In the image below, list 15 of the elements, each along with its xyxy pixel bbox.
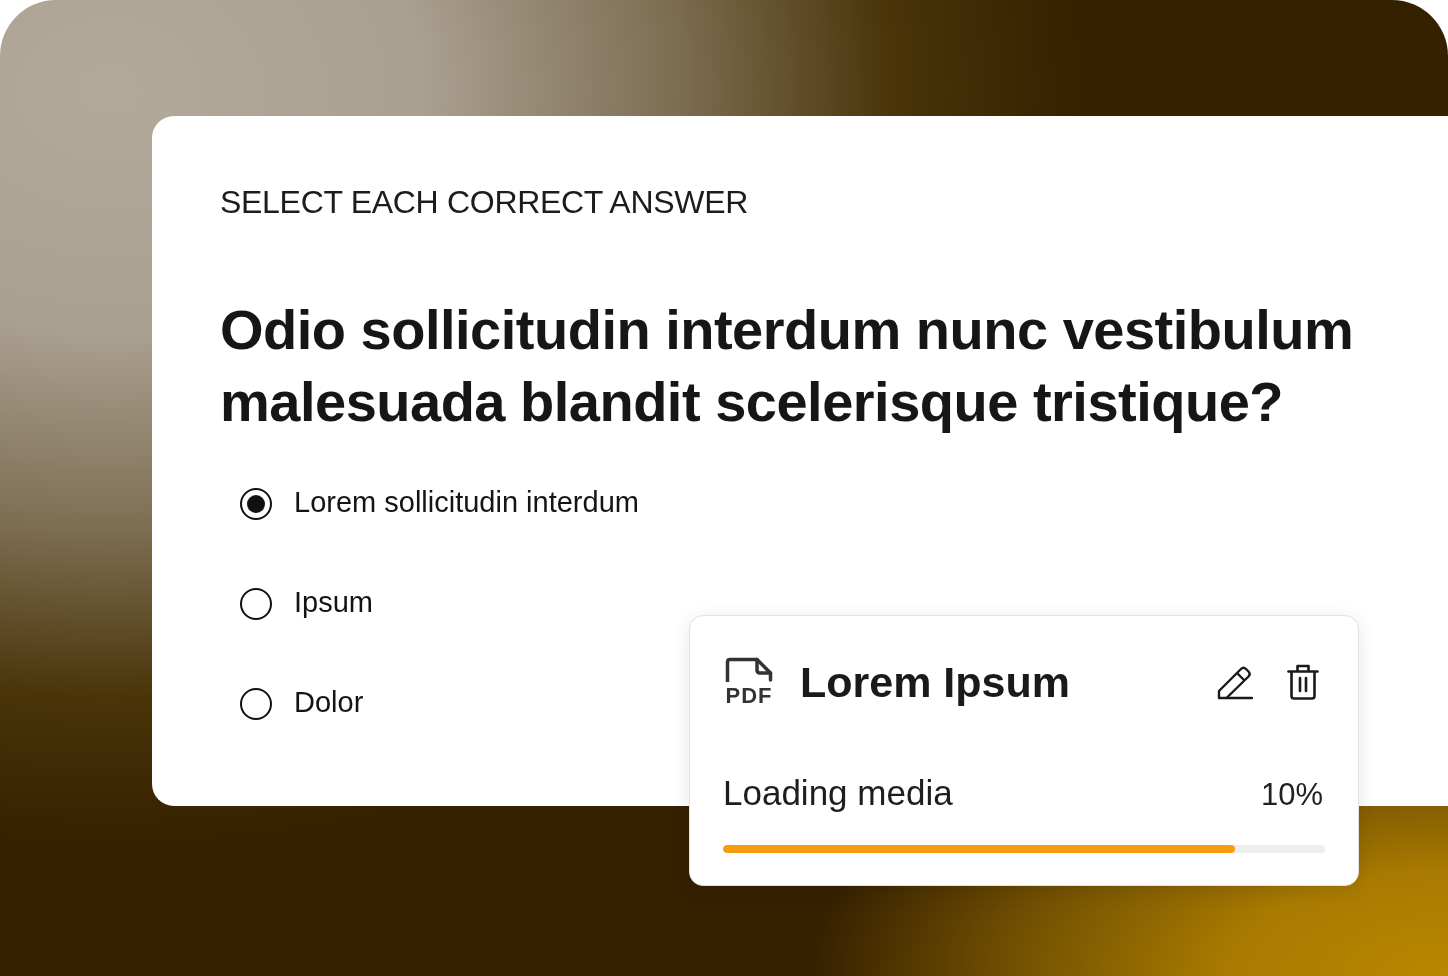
status-text: Loading media (723, 773, 953, 813)
option-label[interactable]: Ipsum (294, 584, 373, 620)
radio-button[interactable] (240, 488, 272, 520)
option-label[interactable]: Dolor (294, 684, 364, 720)
radio-button[interactable] (240, 588, 272, 620)
pencil-icon[interactable] (1217, 664, 1253, 700)
question-text: Odio sollicitudin interdum nunc vestibulum malesuada blandit scelerisque tristique? (220, 297, 1355, 435)
radio-button[interactable] (240, 688, 272, 720)
file-type-label: PDF (725, 684, 773, 708)
trash-icon[interactable] (1287, 664, 1319, 700)
progress-percent: 10% (1260, 776, 1323, 814)
document-icon (724, 656, 774, 682)
instruction-text: SELECT EACH CORRECT ANSWER (220, 183, 748, 221)
option-label[interactable]: Lorem sollicitudin interdum (294, 484, 639, 520)
file-title: Lorem Ipsum (800, 657, 1070, 707)
